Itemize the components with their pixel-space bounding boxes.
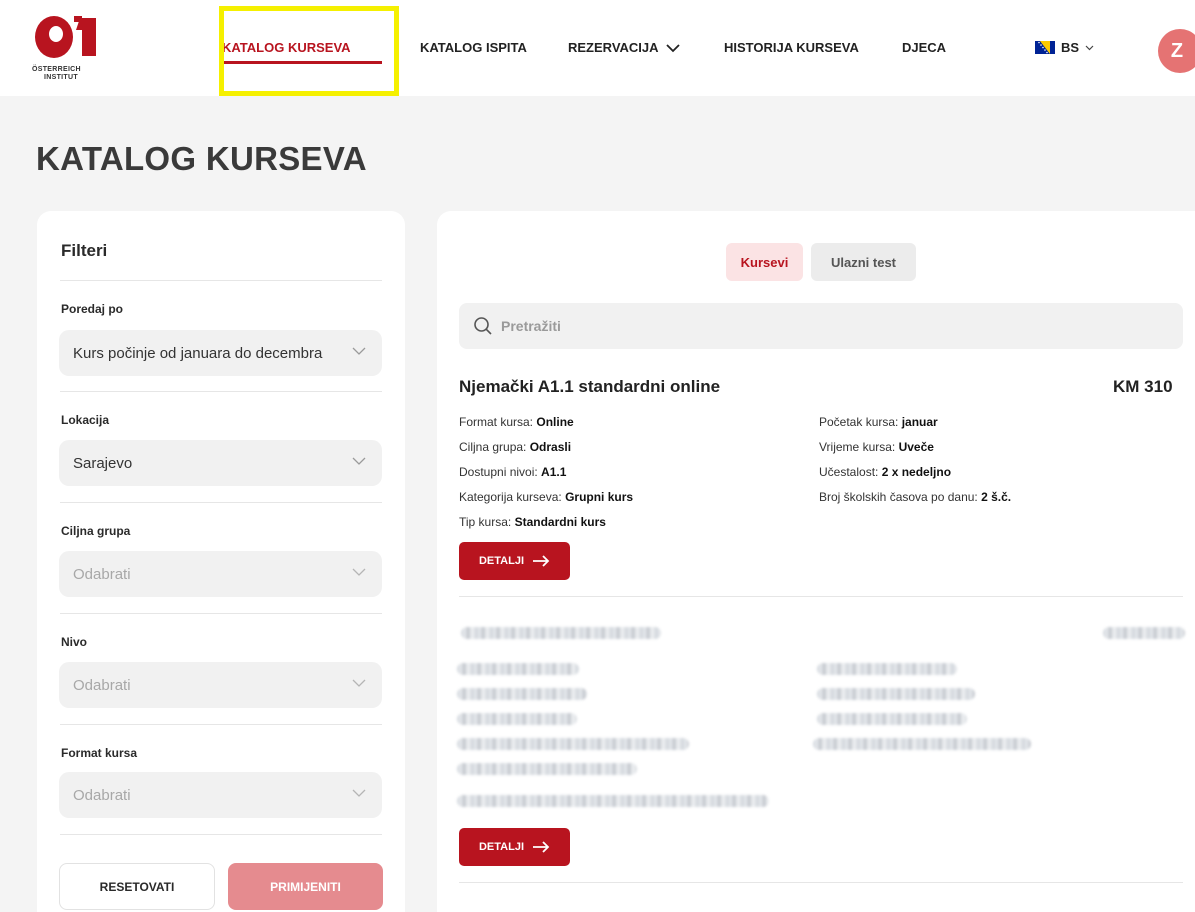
course-attr-levels: Dostupni nivoi: A1.1: [459, 465, 567, 479]
divider: [60, 391, 382, 392]
blurred-text: [457, 795, 769, 807]
target-group-label: Ciljna grupa: [61, 524, 131, 538]
format-select[interactable]: Odabrati: [59, 772, 382, 818]
nav-djeca[interactable]: DJECA: [902, 40, 946, 55]
language-label: BS: [1061, 40, 1080, 55]
nav-katalog-ispita[interactable]: KATALOG ISPITA: [420, 40, 527, 55]
sort-select-value: Kurs počinje od januara do decembra: [73, 344, 323, 362]
blurred-text: [457, 713, 577, 725]
location-label: Lokacija: [61, 413, 110, 427]
chevron-down-icon: [352, 789, 366, 797]
blurred-course-title: [461, 627, 661, 639]
divider: [60, 280, 382, 281]
location-select-value: Sarajevo: [73, 454, 133, 472]
divider: [60, 613, 382, 614]
details-button[interactable]: DETALJI: [459, 542, 570, 580]
format-placeholder: Odabrati: [73, 786, 131, 804]
bosnia-flag-icon: [1035, 41, 1055, 54]
details-button-label: DETALJI: [478, 841, 525, 853]
course-attr-hours: Broj školskih časova po danu: 2 š.č.: [819, 490, 1012, 504]
target-group-select[interactable]: Odabrati: [59, 551, 382, 597]
blurred-text: [457, 738, 689, 750]
logo-mark-icon: [35, 16, 96, 58]
user-avatar[interactable]: Z: [1158, 29, 1195, 73]
search-bar: [459, 303, 1183, 349]
divider: [459, 596, 1183, 597]
course-attr-frequency: Učestalost: 2 x nedeljno: [819, 465, 952, 479]
nav-rezervacija-label: REZERVACIJA: [568, 40, 659, 55]
filters-panel: Filteri Poredaj po Kurs počinje od janua…: [37, 211, 405, 912]
level-label: Nivo: [61, 635, 88, 649]
course-title: Njemački A1.1 standardni online: [459, 377, 721, 396]
course-attr-format: Format kursa: Online: [459, 415, 574, 429]
blurred-text: [817, 713, 967, 725]
blurred-text: [457, 763, 637, 775]
arrow-right-icon: [533, 555, 550, 567]
tab-kursevi[interactable]: Kursevi: [726, 243, 803, 281]
divider: [60, 724, 382, 725]
location-select[interactable]: Sarajevo: [59, 440, 382, 486]
chevron-down-icon: [352, 347, 366, 355]
target-group-placeholder: Odabrati: [73, 565, 131, 583]
arrow-right-icon: [533, 841, 550, 853]
blurred-text: [817, 688, 975, 700]
details-button[interactable]: DETALJI: [459, 828, 570, 866]
course-attr-category: Kategorija kurseva: Grupni kurs: [459, 490, 634, 504]
chevron-down-icon: [352, 679, 366, 687]
filters-title: Filteri: [61, 241, 108, 260]
level-select[interactable]: Odabrati: [59, 662, 382, 708]
nav-rezervacija[interactable]: REZERVACIJA: [568, 40, 680, 55]
logo-text: ÖSTERREICH INSTITUT: [32, 66, 81, 81]
course-attr-time: Vrijeme kursa: Uveče: [819, 440, 934, 454]
blurred-text: [817, 663, 957, 675]
course-price: KM 310: [1113, 377, 1173, 396]
divider: [60, 502, 382, 503]
details-button-label: DETALJI: [478, 555, 525, 567]
nav-historija-kurseva[interactable]: HISTORIJA KURSEVA: [724, 40, 859, 55]
blurred-text: [813, 738, 1031, 750]
search-icon: [474, 317, 492, 335]
level-placeholder: Odabrati: [73, 676, 131, 694]
chevron-down-icon: [1085, 45, 1094, 50]
course-attr-type: Tip kursa: Standardni kurs: [459, 515, 606, 529]
divider: [60, 834, 382, 835]
divider: [459, 882, 1183, 883]
highlight-annotation-box: [219, 6, 399, 96]
osterreich-institut-logo[interactable]: ÖSTERREICH INSTITUT: [32, 12, 116, 81]
chevron-down-icon: [666, 44, 680, 53]
blurred-text: [457, 663, 579, 675]
sort-select[interactable]: Kurs počinje od januara do decembra: [59, 330, 382, 376]
blurred-course-price: [1103, 627, 1185, 639]
course-attr-target-group: Ciljna grupa: Odrasli: [459, 440, 572, 454]
search-input[interactable]: [501, 318, 1101, 334]
top-header: ÖSTERREICH INSTITUT KATALOG KURSEVA KATA…: [0, 0, 1195, 96]
chevron-down-icon: [352, 568, 366, 576]
blurred-text: [457, 688, 587, 700]
chevron-down-icon: [352, 457, 366, 465]
course-attr-start: Početak kursa: januar: [819, 415, 938, 429]
language-selector[interactable]: BS: [1035, 40, 1094, 55]
tab-ulazni-test[interactable]: Ulazni test: [811, 243, 916, 281]
course-list-panel: Kursevi Ulazni test Njemački A1.1 standa…: [437, 211, 1195, 912]
apply-button[interactable]: PRIMIJENITI: [228, 863, 383, 910]
page-title: KATALOG KURSEVA: [36, 140, 367, 177]
sort-label: Poredaj po: [61, 302, 124, 316]
format-label: Format kursa: [61, 746, 138, 760]
reset-button[interactable]: RESETOVATI: [59, 863, 215, 910]
